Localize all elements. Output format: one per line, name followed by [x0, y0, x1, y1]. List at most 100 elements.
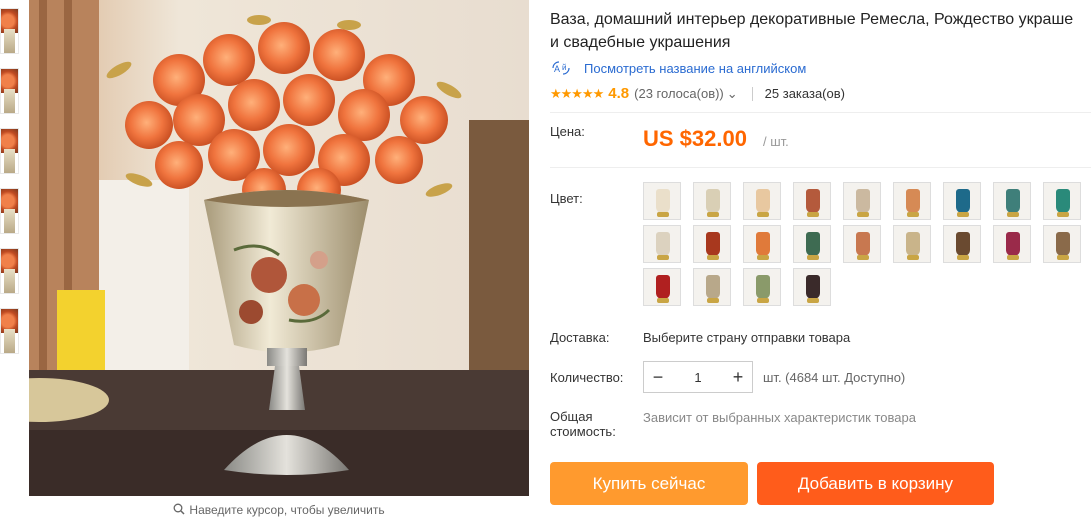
color-swatch[interactable] [843, 182, 881, 220]
color-swatch[interactable] [993, 182, 1031, 220]
swatch-vase-image [1006, 189, 1020, 213]
quantity-decrease-button[interactable]: − [644, 362, 672, 392]
color-label: Цвет: [550, 191, 583, 206]
quantity-input[interactable]: 1 [672, 370, 724, 385]
color-swatch[interactable] [693, 268, 731, 306]
price-unit: / шт. [763, 134, 789, 149]
color-swatch[interactable] [993, 225, 1031, 263]
swatch-vase-base [1057, 255, 1069, 260]
swatch-vase-base [807, 255, 819, 260]
swatch-vase-base [707, 255, 719, 260]
swatch-vase-image [706, 189, 720, 213]
swatch-vase-base [957, 212, 969, 217]
color-swatch[interactable] [793, 268, 831, 306]
translate-title-link[interactable]: A й Посмотреть название на английском [550, 60, 806, 76]
swatch-vase-base [857, 255, 869, 260]
color-swatch[interactable] [1043, 225, 1081, 263]
divider [550, 112, 1091, 113]
swatch-vase-image [656, 275, 670, 299]
translate-icon: A й [550, 60, 572, 76]
votes-count[interactable]: (23 голоса(ов)) [634, 86, 724, 101]
main-product-image[interactable] [29, 0, 529, 496]
quantity-increase-button[interactable]: + [724, 362, 752, 392]
swatch-vase-image [806, 189, 820, 213]
rating-score: 4.8 [608, 85, 630, 102]
swatch-vase-base [1057, 212, 1069, 217]
swatch-vase-image [756, 275, 770, 299]
quantity-label: Количество: [550, 370, 624, 385]
orders-count: 25 заказа(ов) [764, 86, 845, 101]
total-value: Зависит от выбранных характеристик товар… [643, 410, 916, 425]
swatch-vase-image [656, 232, 670, 256]
swatch-vase-base [707, 212, 719, 217]
swatch-vase-image [906, 232, 920, 256]
swatch-vase-image [856, 189, 870, 213]
shipping-country-select[interactable]: Выберите страну отправки товара [643, 330, 850, 345]
swatch-vase-image [706, 275, 720, 299]
add-to-cart-button[interactable]: Добавить в корзину [757, 462, 994, 505]
swatch-vase-base [757, 212, 769, 217]
chevron-down-icon[interactable]: ⌄ [727, 86, 738, 102]
swatch-vase-base [957, 255, 969, 260]
thumbnail[interactable] [0, 68, 19, 114]
price-label: Цена: [550, 124, 585, 139]
color-swatch[interactable] [693, 182, 731, 220]
svg-text:й: й [562, 63, 566, 72]
translate-link-text[interactable]: Посмотреть название на английском [584, 61, 806, 76]
thumbnail[interactable] [0, 8, 19, 54]
swatch-vase-image [1006, 232, 1020, 256]
thumbnail[interactable] [0, 308, 19, 354]
divider [751, 86, 753, 101]
product-title: Ваза, домашний интерьер декоративные Рем… [550, 8, 1091, 54]
shipping-label: Доставка: [550, 330, 610, 345]
swatch-vase-base [657, 212, 669, 217]
swatch-vase-base [1007, 255, 1019, 260]
color-swatch[interactable] [643, 182, 681, 220]
swatch-vase-base [657, 255, 669, 260]
thumbnail[interactable] [0, 188, 19, 234]
color-swatch[interactable] [793, 182, 831, 220]
product-title-line2: и свадебные украшения [550, 34, 731, 51]
swatch-vase-base [707, 298, 719, 303]
rating-row: ★★★★★ 4.8 (23 голоса(ов)) ⌄ 25 заказа(ов… [550, 85, 845, 102]
swatch-vase-image [656, 189, 670, 213]
color-swatch[interactable] [693, 225, 731, 263]
buy-now-button[interactable]: Купить сейчас [550, 462, 748, 505]
vase-photo [29, 0, 529, 496]
color-swatch[interactable] [643, 225, 681, 263]
color-swatch[interactable] [743, 225, 781, 263]
swatch-vase-image [706, 232, 720, 256]
color-swatch[interactable] [643, 268, 681, 306]
swatch-vase-base [757, 298, 769, 303]
swatch-vase-image [806, 232, 820, 256]
swatch-vase-base [657, 298, 669, 303]
color-swatch[interactable] [893, 182, 931, 220]
color-swatch[interactable] [743, 268, 781, 306]
color-swatch[interactable] [843, 225, 881, 263]
swatch-vase-image [806, 275, 820, 299]
color-swatch[interactable] [893, 225, 931, 263]
swatch-vase-base [807, 298, 819, 303]
swatch-vase-base [807, 212, 819, 217]
color-swatch[interactable] [793, 225, 831, 263]
color-swatch[interactable] [743, 182, 781, 220]
swatch-vase-image [956, 189, 970, 213]
color-swatch[interactable] [943, 225, 981, 263]
product-title-line1: Ваза, домашний интерьер декоративные Рем… [550, 11, 1074, 28]
swatch-vase-image [756, 232, 770, 256]
swatch-vase-base [757, 255, 769, 260]
color-swatch[interactable] [943, 182, 981, 220]
thumbnail[interactable] [0, 128, 19, 174]
total-label-line2: стоимость: [550, 424, 616, 439]
rating-stars-icon: ★★★★★ [550, 85, 604, 101]
price-value: US $32.00 [643, 126, 747, 151]
swatch-vase-base [907, 212, 919, 217]
swatch-vase-base [1007, 212, 1019, 217]
quantity-stepper: − 1 + [643, 361, 753, 393]
quantity-available: шт. (4684 шт. Доступно) [763, 370, 906, 385]
zoom-hint-text: Наведите курсор, чтобы увеличить [189, 503, 385, 517]
color-swatch[interactable] [1043, 182, 1081, 220]
magnifier-icon [173, 503, 185, 518]
thumbnail[interactable] [0, 248, 19, 294]
swatch-vase-image [1056, 189, 1070, 213]
